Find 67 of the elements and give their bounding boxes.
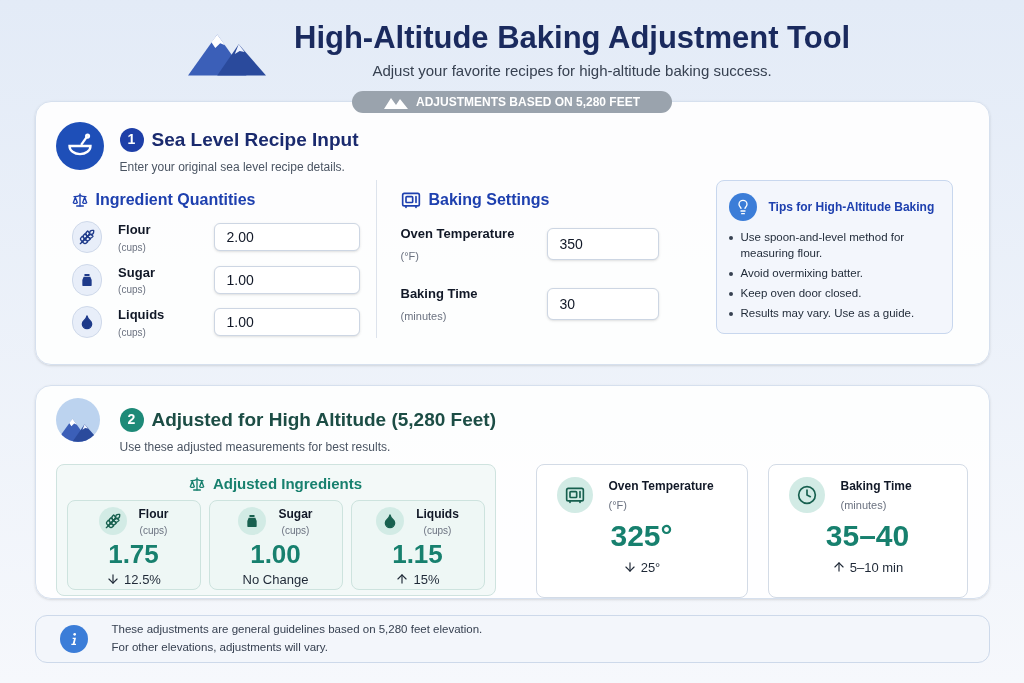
note-text: For other elevations, adjustments will vary. [111, 639, 329, 655]
input-field[interactable]: 1.00 [213, 265, 360, 294]
input-field[interactable]: 30 [546, 288, 659, 320]
adjusted-value: 35–40 [825, 517, 910, 554]
change-text: 15% [413, 570, 440, 589]
input-field[interactable]: 2.00 [213, 223, 360, 252]
scale-icon [188, 476, 205, 493]
bullet-icon [728, 236, 733, 240]
bullet-icon [728, 292, 733, 296]
bullet-icon [728, 312, 733, 316]
change-text: No Change [242, 570, 309, 589]
ingredient-name: Liquids [118, 306, 166, 324]
step-number: 1 [119, 127, 144, 152]
scale-icon [71, 192, 88, 208]
adjusted-value: 325° [610, 517, 673, 554]
note-text: These adjustments are general guidelines based on 5,280 feet elevation. [111, 622, 483, 638]
unit-label: (minutes) [840, 498, 888, 513]
lightbulb-icon [728, 193, 757, 221]
ingredient-name: Flour [138, 505, 169, 523]
tip-text: Keep oven door closed. [740, 286, 862, 301]
wheat-icon [78, 229, 95, 246]
page-title: High-Altitude Baking Adjustment Tool [294, 20, 851, 56]
unit-label: (minutes) [400, 308, 448, 324]
unit-label: (cups) [139, 523, 168, 538]
info-icon [59, 624, 88, 653]
change-text: 25° [640, 558, 661, 577]
change-text: 12.5% [124, 570, 161, 589]
bullet-icon [728, 272, 733, 276]
unit-label: (cups) [118, 283, 147, 297]
unit-label: (°F) [400, 248, 420, 264]
section-title: Sea Level Recipe Input [151, 127, 359, 152]
oven-icon [400, 190, 421, 210]
setting-name: Baking Time [400, 285, 479, 303]
input-field[interactable]: 350 [546, 228, 659, 260]
page-subtitle: Adjust your favorite recipes for high-altitude baking success. [372, 61, 772, 81]
section-subtitle: Use these adjusted measurements for best results. [119, 439, 392, 456]
setting-name: Baking Time [840, 478, 912, 495]
ingredient-name: Flour [118, 221, 152, 239]
adjusted-value: 1.00 [250, 537, 301, 570]
unit-label: (cups) [118, 240, 147, 255]
unit-label: (cups) [423, 523, 452, 538]
wheat-icon [104, 513, 121, 529]
elevation-badge: ADJUSTMENTS BASED ON 5,280 FEET [351, 90, 672, 113]
unit-label: (°F) [608, 498, 628, 513]
adjusted-value: 1.15 [392, 537, 443, 570]
setting-name: Oven Temperature [400, 225, 516, 243]
ingredient-name: Liquids [416, 505, 459, 523]
column-heading: Baking Settings [428, 190, 550, 210]
column-heading: Ingredient Quantities [95, 190, 256, 210]
panel-title: Adjusted Ingredients [212, 474, 363, 494]
setting-name: Oven Temperature [608, 478, 714, 495]
step-number: 2 [119, 407, 144, 432]
tip-text: Avoid overmixing batter. [740, 266, 864, 281]
adjusted-value: 1.75 [108, 537, 159, 570]
section-title: Adjusted for High Altitude (5,280 Feet) [151, 407, 496, 432]
tip-text: Results may vary. Use as a guide. [740, 306, 915, 321]
oven-icon [564, 485, 585, 505]
clock-icon [796, 485, 817, 505]
unit-label: (cups) [281, 523, 310, 538]
unit-label: (cups) [118, 325, 147, 340]
ingredient-name: Sugar [118, 263, 156, 282]
ingredient-name: Sugar [278, 505, 313, 523]
tips-title: Tips for High-Altitude Baking [768, 199, 935, 216]
section-subtitle: Enter your original sea level recipe details. [119, 159, 346, 176]
input-field[interactable]: 1.00 [213, 308, 360, 337]
change-text: 5–10 min [849, 558, 904, 577]
tip-text: Use spoon-and-level method for measuring flour. [740, 230, 906, 261]
